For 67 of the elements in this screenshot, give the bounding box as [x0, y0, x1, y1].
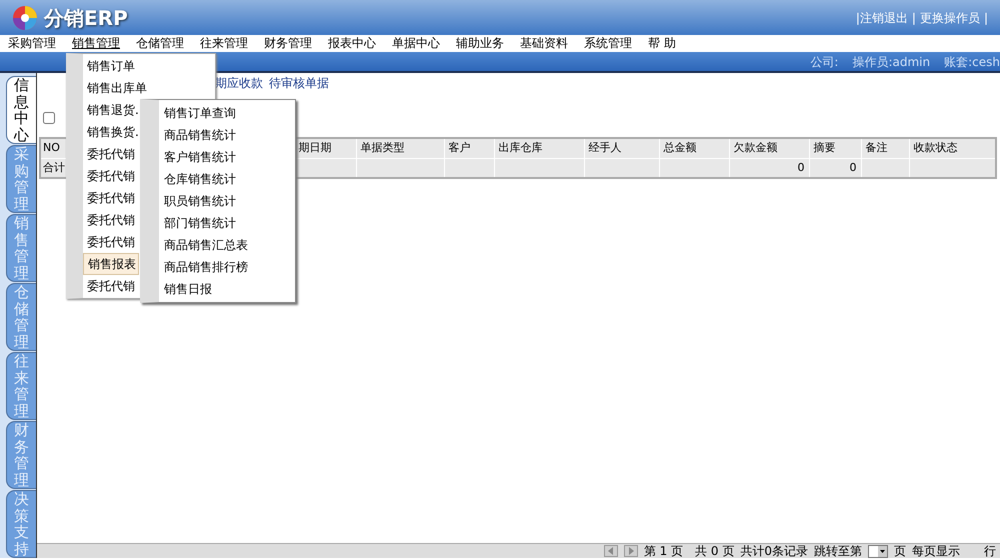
caret-icon [878, 546, 887, 556]
submenu-item[interactable]: 职员销售统计 [159, 190, 240, 212]
link[interactable]: 期应收款 [215, 74, 263, 93]
next-page-button[interactable] [624, 545, 638, 557]
column-header: 收款状态 [909, 138, 996, 158]
side-tab[interactable]: 信息中心 [6, 76, 36, 144]
column-header: 单据类型 [356, 138, 444, 158]
dropdown-item[interactable]: 销售报表 [83, 253, 139, 275]
menu-item[interactable]: 往来管理 [200, 35, 256, 52]
menu-item[interactable]: 财务管理 [264, 35, 320, 52]
dropdown-item[interactable]: 委托代销 [83, 165, 137, 187]
dropdown-item[interactable]: 销售订单 [83, 55, 137, 77]
menu-item[interactable]: 帮 助 [648, 35, 684, 52]
pager-text: 共计0条记录 [740, 543, 808, 560]
arrow-right-icon [628, 547, 634, 555]
submenu-item[interactable]: 商品销售排行榜 [159, 256, 252, 278]
submenu-item[interactable]: 销售订单查询 [159, 102, 240, 124]
logo-icon [12, 4, 38, 30]
column-header: 欠款金额 [729, 138, 809, 158]
submenu-item[interactable]: 商品销售统计 [159, 124, 240, 146]
info-text: 公司: [810, 54, 838, 70]
pager-text: 跳转至第 [814, 543, 862, 560]
info-text: 操作员:admin [852, 54, 930, 70]
menu-item[interactable]: 辅助业务 [456, 35, 512, 52]
dropdown-item[interactable]: 委托代销 [83, 231, 137, 253]
column-header: 期日期 [294, 138, 356, 158]
checkbox[interactable] [43, 112, 55, 124]
menu-item[interactable]: 单据中心 [392, 35, 448, 52]
previous-page-button[interactable] [604, 545, 618, 557]
column-header: 总金额 [659, 138, 729, 158]
pager-text: 每页显示 [912, 543, 960, 560]
menu-item[interactable]: 销售管理 [72, 35, 128, 52]
dropdown-item[interactable]: 委托代销 [83, 275, 137, 297]
link[interactable]: 待审核单据 [269, 74, 329, 93]
pager-text: 行 [984, 543, 996, 560]
separator: | [912, 10, 916, 26]
dropdown-item[interactable]: 委托代销 [83, 143, 137, 165]
page-select[interactable] [868, 544, 888, 558]
submenu-item[interactable]: 销售日报 [159, 278, 216, 300]
pager-text: 页 [894, 543, 906, 560]
pager-text: 第 1 页 [644, 543, 684, 560]
table-cell: 0 [809, 158, 861, 178]
column-header: 经手人 [584, 138, 659, 158]
dropdown-item[interactable]: 销售退货. [83, 99, 141, 121]
menu-item[interactable]: 采购管理 [8, 35, 64, 52]
arrow-left-icon [608, 547, 614, 555]
column-header: 客户 [444, 138, 494, 158]
column-header: 备注 [861, 138, 909, 158]
menu-item[interactable]: 基础资料 [520, 35, 576, 52]
dropdown-item[interactable]: 委托代销 [83, 209, 137, 231]
submenu-item[interactable]: 商品销售汇总表 [159, 234, 252, 256]
table-cell: 0 [729, 158, 809, 178]
dropdown-item[interactable]: 销售换货. [83, 121, 141, 143]
menu-item[interactable]: 系统管理 [584, 35, 640, 52]
pager-text: 共 0 页 [695, 543, 734, 560]
app-title: 分销ERP [44, 4, 128, 32]
column-header: 摘要 [809, 138, 861, 158]
dropdown-item[interactable]: 委托代销 [83, 187, 137, 209]
submenu-item[interactable]: 客户销售统计 [159, 146, 240, 168]
menu-item[interactable]: 仓储管理 [136, 35, 192, 52]
submenu-item[interactable]: 部门销售统计 [159, 212, 240, 234]
submenu-item[interactable]: 仓库销售统计 [159, 168, 240, 190]
column-header: 出库仓库 [494, 138, 584, 158]
dropdown-item[interactable]: 销售出库单 [83, 77, 149, 99]
separator: | [984, 10, 988, 26]
info-text: 账套:cesh [944, 54, 1000, 70]
menu-item[interactable]: 报表中心 [328, 35, 384, 52]
